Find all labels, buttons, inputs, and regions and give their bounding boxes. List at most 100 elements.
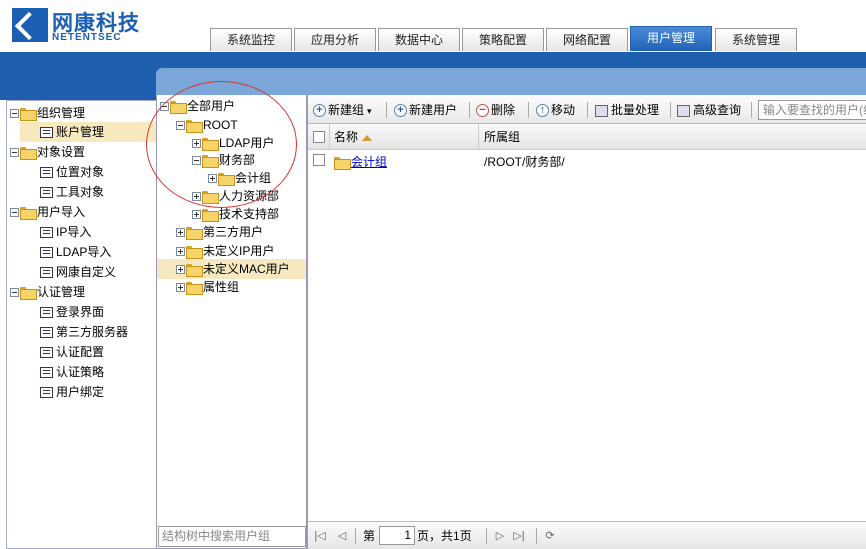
new-user-button[interactable]: + 新建用户 bbox=[394, 100, 457, 120]
nav-item-account-management[interactable]: 账户管理 bbox=[20, 122, 156, 142]
nav-group-auth-management[interactable]: 认证管理 bbox=[10, 282, 85, 302]
tree-node-root[interactable]: ROOT bbox=[176, 115, 238, 135]
toolbar: + 新建组 ▾ + 新建用户 − 删除 ↑ 移动 批量处理 高级查询 输入要查找的用户(组 bbox=[308, 95, 866, 124]
collapse-icon[interactable] bbox=[10, 288, 19, 298]
nav-item-location-object[interactable]: 位置对象 bbox=[20, 162, 104, 182]
nav-item-login-page[interactable]: 登录界面 bbox=[20, 302, 104, 322]
collapse-icon[interactable] bbox=[176, 121, 185, 131]
folder-icon bbox=[186, 264, 203, 278]
nav-group-user-import[interactable]: 用户导入 bbox=[10, 202, 85, 222]
minus-icon: − bbox=[476, 104, 489, 118]
tab-policy-config[interactable]: 策略配置 bbox=[462, 28, 544, 51]
collapse-icon[interactable] bbox=[10, 109, 19, 119]
collapse-icon[interactable] bbox=[10, 208, 19, 218]
nav-item-label: 用户绑定 bbox=[56, 385, 105, 399]
nav-item-auth-policy[interactable]: 认证策略 bbox=[20, 362, 104, 382]
nav-group-org-management[interactable]: 组织管理 bbox=[10, 103, 85, 123]
column-divider bbox=[478, 124, 479, 150]
expand-icon[interactable] bbox=[176, 265, 185, 275]
tab-user-management[interactable]: 用户管理 bbox=[630, 26, 712, 51]
expand-icon[interactable] bbox=[192, 139, 201, 149]
nav-item-auth-config[interactable]: 认证配置 bbox=[20, 342, 104, 362]
column-header-name[interactable]: 名称 bbox=[334, 124, 373, 150]
expand-icon[interactable] bbox=[176, 283, 185, 293]
tree-node-label: ROOT bbox=[203, 118, 238, 132]
tree-node-tech-support[interactable]: 技术支持部 bbox=[192, 204, 279, 224]
collapse-icon[interactable] bbox=[192, 156, 201, 166]
tree-search-input[interactable]: 结构树中搜索用户组 bbox=[158, 526, 306, 547]
page-icon bbox=[40, 267, 53, 279]
row-name-cell: 会计组 bbox=[334, 153, 387, 171]
tab-data-center[interactable]: 数据中心 bbox=[378, 28, 460, 51]
top-header: 网康科技 NETENTSEC 系统监控 应用分析 数据中心 策略配置 网络配置 … bbox=[0, 0, 866, 52]
tree-node-undefined-ip[interactable]: 未定义IP用户 bbox=[176, 241, 274, 261]
nav-item-tool-object[interactable]: 工具对象 bbox=[20, 182, 104, 202]
expand-icon[interactable] bbox=[176, 247, 185, 257]
nav-item-user-binding[interactable]: 用户绑定 bbox=[20, 382, 104, 402]
first-page-icon[interactable]: |◁ bbox=[314, 530, 326, 542]
expand-icon[interactable] bbox=[192, 210, 201, 220]
last-page-icon[interactable]: ▷| bbox=[513, 530, 525, 542]
tree-node-third-party[interactable]: 第三方用户 bbox=[176, 222, 263, 242]
search-panel-icon bbox=[677, 104, 690, 117]
tab-network-config[interactable]: 网络配置 bbox=[546, 28, 628, 51]
folder-open-icon bbox=[170, 101, 187, 115]
user-search-input[interactable]: 输入要查找的用户(组 bbox=[758, 100, 866, 120]
nav-group-label: 对象设置 bbox=[37, 145, 86, 159]
nav-item-label: 认证配置 bbox=[56, 345, 105, 359]
prev-page-icon[interactable]: ◁ bbox=[336, 530, 348, 542]
plus-icon: + bbox=[313, 104, 326, 118]
page-number-input[interactable]: 1 bbox=[379, 526, 415, 545]
logo-mark-icon bbox=[12, 8, 48, 42]
table-row[interactable]: 会计组 /ROOT/财务部/ bbox=[308, 150, 866, 174]
left-navigation: 组织管理 账户管理 对象设置 位置对象 工具对象 用户导入 IP导入 LDAP导… bbox=[6, 100, 156, 549]
brand-name-en: NETENTSEC bbox=[52, 32, 122, 43]
tree-node-label: 未定义MAC用户 bbox=[203, 262, 290, 276]
nav-item-ldap-import[interactable]: LDAP导入 bbox=[20, 242, 111, 262]
select-all-checkbox[interactable] bbox=[313, 131, 325, 143]
collapse-icon[interactable] bbox=[10, 148, 19, 158]
tree-node-hr[interactable]: 人力资源部 bbox=[192, 186, 279, 206]
page-icon bbox=[40, 187, 53, 199]
new-user-label: 新建用户 bbox=[409, 103, 458, 117]
new-group-button[interactable]: + 新建组 ▾ bbox=[313, 100, 372, 120]
folder-icon bbox=[202, 191, 219, 205]
toolbar-divider bbox=[469, 102, 470, 118]
expand-icon[interactable] bbox=[176, 228, 185, 238]
delete-label: 删除 bbox=[491, 103, 516, 117]
refresh-icon[interactable]: ⟳ bbox=[544, 530, 556, 542]
group-link[interactable]: 会计组 bbox=[351, 155, 387, 169]
batch-process-button[interactable]: 批量处理 bbox=[595, 100, 659, 120]
advanced-search-button[interactable]: 高级查询 bbox=[677, 100, 741, 120]
page-icon bbox=[40, 367, 53, 379]
dropdown-arrow-icon: ▾ bbox=[367, 106, 372, 116]
tab-app-analysis[interactable]: 应用分析 bbox=[294, 28, 376, 51]
tab-system-management[interactable]: 系统管理 bbox=[715, 28, 797, 51]
row-checkbox[interactable] bbox=[313, 154, 325, 166]
pager-divider bbox=[486, 528, 487, 544]
tree-node-attribute-groups[interactable]: 属性组 bbox=[176, 277, 239, 297]
folder-open-icon bbox=[20, 207, 37, 221]
tab-system-monitor[interactable]: 系统监控 bbox=[210, 28, 292, 51]
tree-node-undefined-mac[interactable]: 未定义MAC用户 bbox=[157, 259, 306, 279]
delete-button[interactable]: − 删除 bbox=[476, 100, 515, 120]
tree-node-finance[interactable]: 财务部 bbox=[192, 150, 255, 170]
tree-node-all-users[interactable]: 全部用户 bbox=[160, 96, 235, 116]
toolbar-divider bbox=[528, 102, 529, 118]
nav-item-ip-import[interactable]: IP导入 bbox=[20, 222, 91, 242]
tree-node-label: 未定义IP用户 bbox=[203, 244, 275, 258]
tree-node-accounting[interactable]: 会计组 bbox=[208, 168, 271, 188]
move-button[interactable]: ↑ 移动 bbox=[536, 100, 575, 120]
tree-node-label: 属性组 bbox=[203, 280, 240, 294]
nav-item-third-party-server[interactable]: 第三方服务器 bbox=[20, 322, 128, 342]
column-header-group[interactable]: 所属组 bbox=[484, 124, 520, 150]
tree-node-label: 人力资源部 bbox=[219, 189, 280, 203]
nav-item-custom[interactable]: 网康自定义 bbox=[20, 262, 116, 282]
next-page-icon[interactable]: ▷ bbox=[494, 530, 506, 542]
folder-icon bbox=[218, 173, 235, 187]
expand-icon[interactable] bbox=[208, 174, 217, 184]
nav-group-object-settings[interactable]: 对象设置 bbox=[10, 142, 85, 162]
folder-icon bbox=[186, 282, 203, 296]
collapse-icon[interactable] bbox=[160, 102, 169, 112]
expand-icon[interactable] bbox=[192, 192, 201, 202]
